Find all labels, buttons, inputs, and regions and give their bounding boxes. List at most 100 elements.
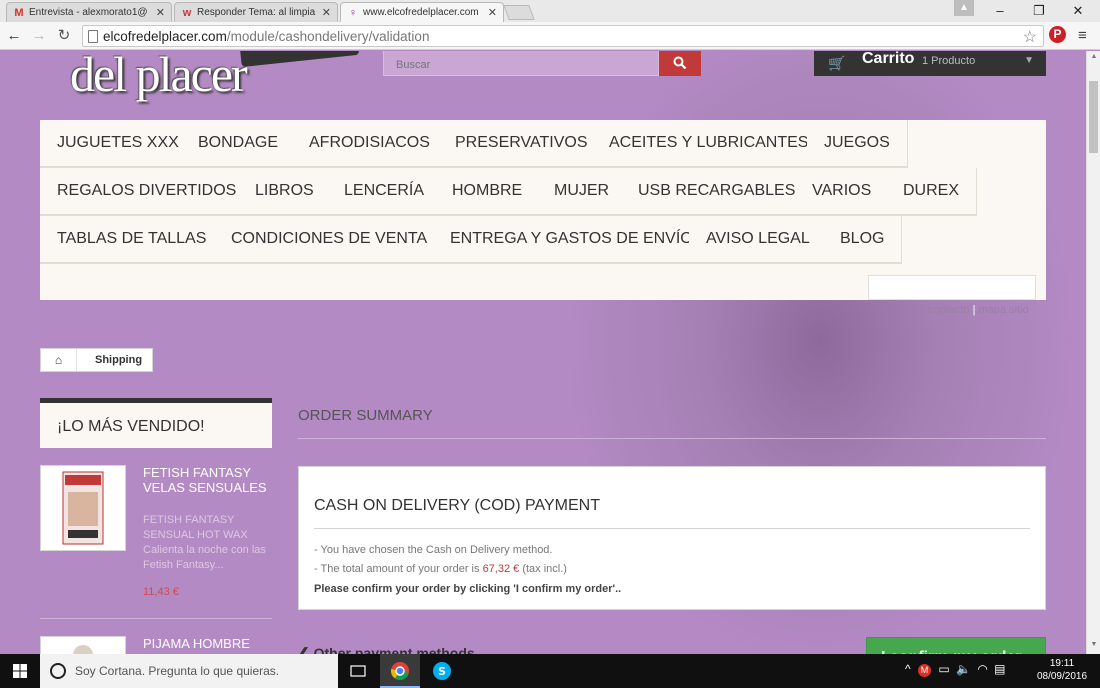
wifi-icon[interactable]: ◠	[977, 662, 987, 676]
tab-title: www.elcofredelplacer.com	[363, 7, 479, 18]
forward-icon[interactable]: →	[29, 26, 49, 46]
pinterest-extension-icon[interactable]: P	[1049, 26, 1066, 43]
reload-icon[interactable]: ↻	[54, 26, 74, 46]
best-sellers-title: ¡Lo más vendido!	[40, 398, 272, 448]
chrome-icon	[390, 662, 409, 681]
home-icon[interactable]: ⌂	[41, 349, 77, 371]
start-button[interactable]	[0, 654, 40, 688]
product-name[interactable]: Pijama hombre sexy	[143, 636, 272, 654]
chevron-down-icon: ▼	[1024, 55, 1034, 66]
divider	[40, 618, 272, 619]
cod-payment-box: Cash on delivery (COD) payment - You hav…	[298, 466, 1046, 610]
order-total-prefix: - The total amount of your order is	[314, 563, 480, 575]
browser-toolbar: ← → ↻ elcofredelplacer.com/module/cashon…	[0, 22, 1100, 50]
menu-item-hombre[interactable]: Hombre	[435, 168, 541, 216]
system-tray: ^ M ▭ 🔈 ◠ ▤	[905, 662, 1005, 677]
site-favicon-icon: ♀	[348, 6, 358, 19]
product-name[interactable]: Fetish Fantasy Velas Sensuales	[143, 465, 272, 495]
divider	[314, 528, 1030, 529]
menu-item-aceites-lubricantes[interactable]: Aceites y lubricantes	[592, 120, 827, 168]
product-thumbnail[interactable]	[40, 465, 126, 551]
tab-forum[interactable]: w Responder Tema: al limpia ✕	[174, 2, 338, 22]
search-icon	[673, 56, 687, 70]
chrome-taskbar-button[interactable]	[380, 654, 420, 688]
notifications-icon[interactable]: ▤	[994, 662, 1005, 676]
bookmark-star-icon[interactable]: ☆	[1023, 27, 1037, 47]
menu-item-regalos-divertidos[interactable]: Regalos divertidos	[40, 168, 255, 216]
address-bar[interactable]: elcofredelplacer.com/module/cashondelive…	[82, 25, 1044, 47]
product-image-icon	[62, 471, 104, 545]
cart-block[interactable]: 🛒 Carrito 1 Producto ▼	[814, 51, 1046, 76]
menu-item-juegos[interactable]: Juegos	[807, 120, 908, 168]
svg-text:S: S	[438, 665, 446, 678]
taskbar-clock[interactable]: 19:11 08/09/2016	[1034, 657, 1090, 683]
skype-taskbar-button[interactable]: S	[422, 654, 462, 688]
browser-tab-bar: M Entrevista - alexmorato1@ ✕ w Responde…	[0, 0, 1100, 22]
cart-icon: 🛒	[828, 55, 846, 71]
breadcrumb-current: Shipping	[95, 354, 143, 366]
menu-item-lenceria[interactable]: Lencería	[327, 168, 443, 216]
menu-item-aviso-legal[interactable]: Aviso legal	[689, 216, 828, 264]
menu-search-field[interactable]	[868, 275, 1036, 300]
page-viewport: del placer 🛒 Carrito 1 Producto ▼ Juguet…	[0, 51, 1086, 654]
chevron-up-icon[interactable]: ^	[905, 662, 911, 676]
scroll-down-icon[interactable]: ▼	[1087, 641, 1100, 648]
contact-link[interactable]: contacto	[928, 304, 970, 316]
best-seller-item: Pijama hombre sexy	[40, 636, 272, 654]
menu-item-mujer[interactable]: Mujer	[537, 168, 628, 216]
main-menu: Juguetes XXX Bondage Afrodisiacos Preser…	[40, 120, 1046, 300]
new-tab-button[interactable]	[503, 5, 535, 20]
order-total-text: - The total amount of your order is 67,3…	[314, 563, 567, 575]
product-thumbnail[interactable]	[40, 636, 126, 654]
menu-item-tablas-de-tallas[interactable]: Tablas de tallas	[40, 216, 225, 264]
battery-icon[interactable]: ▭	[938, 662, 949, 676]
sitemap-link[interactable]: mapa sitio	[978, 304, 1028, 316]
tab-gmail[interactable]: M Entrevista - alexmorato1@ ✕	[6, 2, 172, 22]
tab-title: Responder Tema: al limpia	[197, 7, 316, 18]
task-view-button[interactable]	[338, 654, 378, 688]
restore-icon[interactable]: ❐	[1021, 0, 1057, 22]
other-payment-label: Other payment methods	[313, 645, 475, 654]
menu-item-durex[interactable]: Durex	[886, 168, 978, 216]
close-tab-icon[interactable]: ✕	[156, 6, 165, 19]
close-window-icon[interactable]: ✕	[1060, 0, 1096, 22]
other-payment-methods-link[interactable]: ❮ Other payment methods	[298, 645, 475, 654]
profile-icon[interactable]: ▲	[954, 0, 974, 16]
clock-date: 08/09/2016	[1036, 671, 1088, 682]
order-total-amount: 67,32 €	[482, 563, 520, 575]
menu-item-bondage[interactable]: Bondage	[181, 120, 297, 168]
site-logo[interactable]: del placer	[70, 51, 248, 103]
menu-item-usb-recargables[interactable]: USB recargables	[621, 168, 814, 216]
windows-taskbar: Soy Cortana. Pregunta lo que quieras. S …	[0, 654, 1100, 688]
menu-item-condiciones-de-venta[interactable]: Condiciones de venta	[214, 216, 446, 264]
menu-item-juguetes-xxx[interactable]: Juguetes XXX	[40, 120, 197, 168]
top-links: contacto | mapa sitio	[928, 304, 1029, 316]
back-icon[interactable]: ←	[4, 26, 24, 46]
search-button[interactable]	[659, 51, 701, 76]
cortana-search-box[interactable]: Soy Cortana. Pregunta lo que quieras.	[40, 654, 338, 688]
menu-item-preservativos[interactable]: Preservativos	[438, 120, 606, 168]
search-input[interactable]	[396, 59, 646, 71]
url-text[interactable]: elcofredelplacer.com/module/cashondelive…	[103, 29, 429, 44]
scroll-up-icon[interactable]: ▲	[1087, 53, 1100, 60]
gmail-icon: M	[14, 6, 24, 19]
confirm-order-button[interactable]: I confirm my order	[866, 637, 1046, 654]
scrollbar-thumb[interactable]	[1089, 81, 1098, 153]
tab-title: Entrevista - alexmorato1@	[29, 7, 148, 18]
close-tab-icon[interactable]: ✕	[322, 6, 331, 19]
menu-item-libros[interactable]: Libros	[238, 168, 332, 216]
menu-item-entrega-gastos-envio[interactable]: Entrega y gastos de envío	[433, 216, 711, 264]
product-image-icon	[73, 645, 93, 654]
page-icon	[88, 30, 98, 43]
menu-item-varios[interactable]: Varios	[795, 168, 890, 216]
gmail-notifier-icon[interactable]: M	[917, 664, 931, 677]
order-total-suffix: (tax incl.)	[522, 563, 567, 575]
tab-elcofredelplacer[interactable]: ♀ www.elcofredelplacer.com ✕	[340, 2, 504, 22]
page-scrollbar[interactable]: ▲ ▼	[1086, 51, 1100, 654]
minimize-icon[interactable]: –	[982, 0, 1018, 22]
close-tab-icon[interactable]: ✕	[488, 6, 497, 19]
menu-item-afrodisiacos[interactable]: Afrodisiacos	[292, 120, 448, 168]
volume-icon[interactable]: 🔈	[956, 662, 971, 676]
menu-item-blog[interactable]: Blog	[823, 216, 903, 264]
browser-menu-icon[interactable]: ≡	[1078, 27, 1087, 44]
